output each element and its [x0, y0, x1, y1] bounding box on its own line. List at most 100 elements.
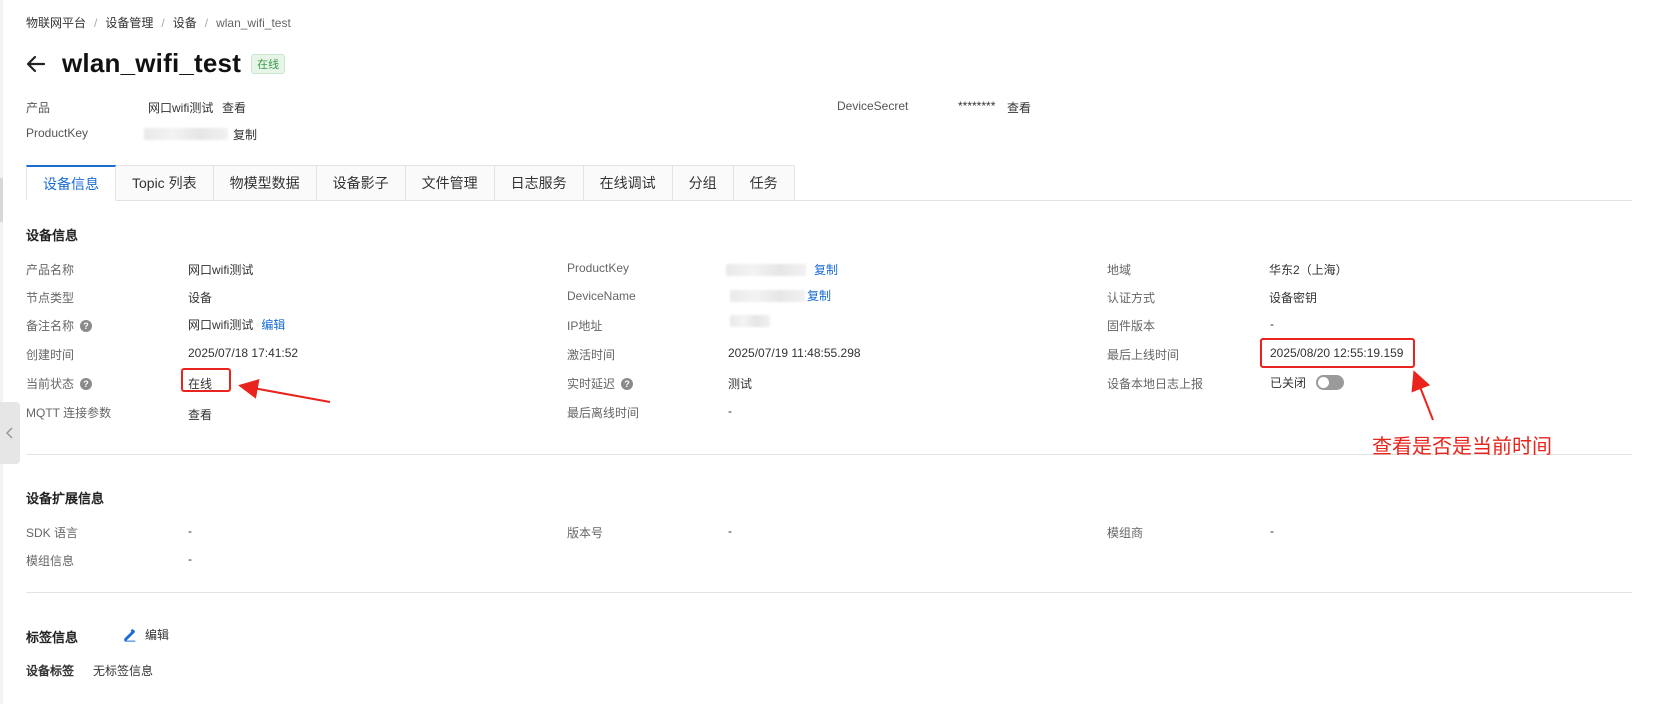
field-label-firmware-version: 固件版本	[1107, 319, 1156, 333]
left-edge-strip	[0, 0, 3, 704]
field-value-devicename: 复制	[730, 287, 831, 304]
field-label-current-status: 当前状态 ?	[26, 375, 93, 392]
productkey-label: ProductKey	[26, 126, 89, 140]
field-value-firmware-version: -	[1270, 317, 1274, 331]
title-row: wlan_wifi_test 在线	[24, 48, 286, 79]
field-value-sdk-language: -	[188, 524, 192, 538]
breadcrumb-iot-platform[interactable]: 物联网平台	[26, 14, 86, 31]
field-label-activated-time: 激活时间	[567, 348, 616, 362]
sidebar-collapse-handle[interactable]	[0, 402, 20, 464]
field-value-activated-time: 2025/07/19 11:48:55.298	[728, 346, 861, 360]
annotation-arrow-last-online	[1411, 370, 1434, 421]
field-label-devicename: DeviceName	[567, 289, 636, 303]
field-value-local-log-report: 已关闭	[1270, 374, 1345, 391]
remark-name-value: 网口wifi测试	[188, 318, 254, 332]
realtime-latency-label-text: 实时延迟	[567, 377, 616, 391]
devicesecret-view-link[interactable]: 查看	[1007, 99, 1031, 116]
tab-device-info[interactable]: 设备信息	[26, 165, 116, 201]
chevron-left-icon	[5, 427, 13, 439]
field-value-version: -	[728, 524, 732, 538]
field-value-remark-name: 网口wifi测试 编辑	[188, 316, 285, 333]
local-log-status-text: 已关闭	[1270, 376, 1307, 390]
device-info-title: 设备信息	[26, 228, 79, 243]
field-label-version: 版本号	[567, 526, 604, 540]
latency-test-link[interactable]: 测试	[728, 375, 752, 392]
breadcrumb: 物联网平台 / 设备管理 / 设备 / wlan_wifi_test	[26, 14, 291, 31]
tab-bar: 设备信息 Topic 列表 物模型数据 设备影子 文件管理 日志服务 在线调试 …	[26, 165, 1632, 201]
devicesecret-label: DeviceSecret	[837, 99, 909, 113]
help-icon[interactable]: ?	[80, 377, 93, 390]
field-label-local-log-report: 设备本地日志上报	[1107, 377, 1204, 391]
field-value-productkey: 复制	[726, 261, 838, 278]
product-label: 产品	[26, 101, 51, 115]
breadcrumb-device[interactable]: 设备	[173, 14, 197, 31]
back-arrow-icon[interactable]	[24, 52, 48, 76]
tab-device-shadow[interactable]: 设备影子	[316, 165, 406, 201]
tag-edit-button[interactable]: 编辑	[123, 626, 169, 643]
breadcrumb-current: wlan_wifi_test	[216, 15, 291, 30]
annotation-box-last-online	[1260, 338, 1415, 368]
field-value-module-vendor: -	[1270, 524, 1274, 538]
ext-info-title: 设备扩展信息	[26, 491, 105, 506]
field-label-product-name: 产品名称	[26, 263, 75, 277]
productkey-masked	[726, 263, 806, 276]
current-status-label-text: 当前状态	[26, 377, 75, 391]
field-label-ip-address: IP地址	[567, 319, 603, 333]
ip-address-masked	[730, 315, 770, 327]
tag-label: 设备标签	[26, 664, 75, 678]
field-value-region: 华东2（上海）	[1269, 263, 1348, 277]
remark-edit-link[interactable]: 编辑	[261, 316, 285, 333]
field-label-node-type: 节点类型	[26, 291, 75, 305]
tag-value: 无标签信息	[93, 664, 154, 678]
field-label-realtime-latency: 实时延迟 ?	[567, 375, 634, 392]
field-value-module-info: -	[188, 552, 192, 566]
tab-topic-list[interactable]: Topic 列表	[116, 165, 214, 201]
annotation-box-status	[181, 368, 231, 392]
field-value-node-type: 设备	[188, 291, 213, 305]
edit-icon	[124, 628, 136, 642]
section-divider	[26, 592, 1632, 593]
breadcrumb-device-management[interactable]: 设备管理	[105, 14, 153, 31]
local-log-toggle[interactable]	[1316, 375, 1345, 390]
devicesecret-value: ********	[958, 99, 996, 113]
devicename-masked	[730, 289, 805, 302]
field-value-last-offline-time: -	[728, 404, 732, 418]
devicename-copy-button[interactable]: 复制	[807, 287, 831, 304]
tab-log-service[interactable]: 日志服务	[494, 165, 584, 201]
page-title: wlan_wifi_test	[62, 48, 242, 78]
annotation-text: 查看是否是当前时间	[1372, 436, 1552, 458]
tab-group[interactable]: 分组	[672, 165, 734, 201]
field-label-last-offline-time: 最后离线时间	[567, 406, 640, 420]
status-badge: 在线	[251, 53, 286, 74]
product-view-link[interactable]: 查看	[222, 99, 246, 116]
breadcrumb-separator: /	[161, 15, 165, 30]
tab-thing-model-data[interactable]: 物模型数据	[213, 165, 317, 201]
annotation-arrow-status	[238, 379, 331, 403]
field-value-created-time: 2025/07/18 17:41:52	[188, 346, 299, 360]
help-icon[interactable]: ?	[621, 377, 634, 390]
mqtt-view-link[interactable]: 查看	[188, 406, 212, 423]
field-label-sdk-language: SDK 语言	[26, 526, 79, 540]
help-icon[interactable]: ?	[80, 319, 93, 332]
productkey-copy-button[interactable]: 复制	[814, 261, 838, 278]
field-label-module-vendor: 模组商	[1107, 526, 1144, 540]
tab-file-management[interactable]: 文件管理	[405, 165, 495, 201]
field-label-productkey: ProductKey	[567, 261, 630, 275]
field-value-product-name: 网口wifi测试	[188, 263, 254, 277]
tag-edit-label: 编辑	[145, 628, 170, 642]
remark-name-label-text: 备注名称	[26, 319, 75, 333]
field-label-last-online-time: 最后上线时间	[1107, 348, 1180, 362]
tag-info-title: 标签信息	[26, 630, 79, 645]
field-label-region: 地域	[1107, 263, 1132, 277]
left-edge-marker	[0, 178, 3, 222]
tab-task[interactable]: 任务	[733, 165, 795, 201]
field-label-mqtt-params: MQTT 连接参数	[26, 406, 112, 420]
field-value-ip-address	[730, 315, 770, 327]
tab-online-debug[interactable]: 在线调试	[583, 165, 673, 201]
breadcrumb-separator: /	[204, 15, 209, 30]
productkey-copy-link[interactable]: 复制	[233, 126, 257, 143]
field-label-created-time: 创建时间	[26, 348, 75, 362]
field-label-auth-method: 认证方式	[1107, 291, 1156, 305]
field-label-remark-name: 备注名称 ?	[26, 317, 93, 334]
field-label-module-info: 模组信息	[26, 554, 75, 568]
